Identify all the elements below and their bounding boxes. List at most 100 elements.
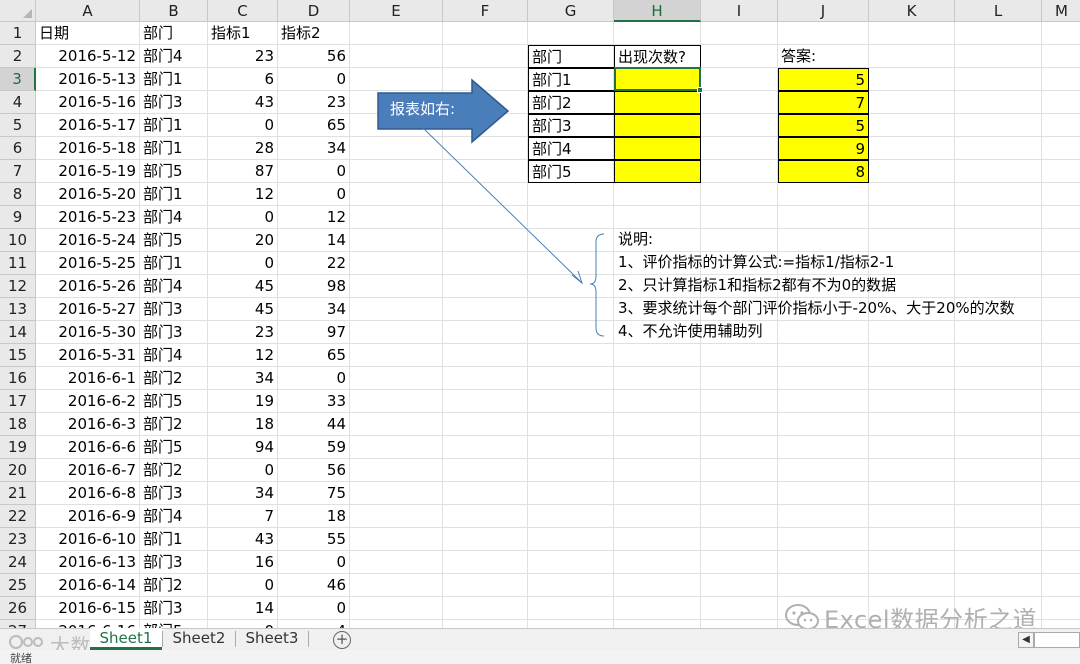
select-all-corner[interactable] — [0, 0, 36, 22]
row-header-16[interactable]: 16 — [0, 367, 36, 390]
header-cell[interactable]: 指标2 — [278, 22, 350, 45]
table-cell[interactable]: 65 — [278, 114, 349, 137]
table-cell[interactable]: 部门3 — [140, 482, 207, 505]
table-cell[interactable]: 部门5 — [140, 436, 207, 459]
row-header-1[interactable]: 1 — [0, 22, 36, 45]
column-header-c[interactable]: C — [208, 0, 278, 22]
answer-value-cell[interactable]: 5 — [778, 68, 869, 91]
report-count-input[interactable] — [614, 114, 701, 137]
column-header-e[interactable]: E — [350, 0, 443, 22]
table-cell[interactable]: 2016-5-18 — [36, 137, 139, 160]
table-cell[interactable]: 45 — [208, 298, 277, 321]
column-header-l[interactable]: L — [955, 0, 1042, 22]
table-cell[interactable]: 12 — [208, 183, 277, 206]
table-cell[interactable]: 34 — [208, 367, 277, 390]
header-cell[interactable]: 部门 — [140, 22, 208, 45]
column-header-m[interactable]: M — [1042, 0, 1080, 22]
table-cell[interactable]: 0 — [278, 160, 349, 183]
table-cell[interactable]: 59 — [278, 436, 349, 459]
table-cell[interactable]: 6 — [208, 68, 277, 91]
row-header-14[interactable]: 14 — [0, 321, 36, 344]
tab-sheet1[interactable]: Sheet1 — [90, 628, 162, 650]
table-cell[interactable]: 部门3 — [140, 551, 207, 574]
tab-sheet3[interactable]: Sheet3 — [237, 628, 307, 650]
column-header-b[interactable]: B — [140, 0, 208, 22]
report-header-dept[interactable]: 部门 — [528, 45, 615, 68]
row-header-12[interactable]: 12 — [0, 275, 36, 298]
row-header-21[interactable]: 21 — [0, 482, 36, 505]
table-cell[interactable]: 部门5 — [140, 390, 207, 413]
table-cell[interactable]: 23 — [208, 321, 277, 344]
table-cell[interactable]: 55 — [278, 528, 349, 551]
horizontal-scrollbar[interactable] — [1034, 632, 1080, 648]
table-cell[interactable]: 2016-5-30 — [36, 321, 139, 344]
table-cell[interactable]: 56 — [278, 459, 349, 482]
column-header-j[interactable]: J — [778, 0, 869, 22]
column-header-i[interactable]: I — [701, 0, 778, 22]
table-cell[interactable]: 0 — [278, 597, 349, 620]
row-header-24[interactable]: 24 — [0, 551, 36, 574]
table-cell[interactable]: 部门2 — [140, 367, 207, 390]
table-cell[interactable]: 19 — [208, 390, 277, 413]
table-cell[interactable]: 2016-5-31 — [36, 344, 139, 367]
table-cell[interactable]: 65 — [278, 344, 349, 367]
row-header-7[interactable]: 7 — [0, 160, 36, 183]
answer-value-cell[interactable]: 7 — [778, 91, 869, 114]
row-header-11[interactable]: 11 — [0, 252, 36, 275]
report-header-count[interactable]: 出现次数? — [614, 45, 701, 68]
table-cell[interactable]: 2016-5-12 — [36, 45, 139, 68]
table-cell[interactable]: 23 — [208, 45, 277, 68]
row-header-3[interactable]: 3 — [0, 68, 36, 91]
row-header-15[interactable]: 15 — [0, 344, 36, 367]
table-cell[interactable]: 46 — [278, 574, 349, 597]
table-cell[interactable]: 2016-6-14 — [36, 574, 139, 597]
table-cell[interactable]: 0 — [278, 367, 349, 390]
table-cell[interactable]: 12 — [278, 206, 349, 229]
table-cell[interactable]: 部门3 — [140, 91, 207, 114]
table-cell[interactable]: 部门1 — [140, 114, 207, 137]
table-cell[interactable]: 0 — [208, 574, 277, 597]
add-sheet-icon[interactable]: + — [333, 631, 351, 649]
table-cell[interactable]: 2016-5-17 — [36, 114, 139, 137]
active-cell-selection[interactable] — [614, 67, 701, 91]
report-dept-cell[interactable]: 部门2 — [528, 91, 615, 114]
table-cell[interactable]: 部门1 — [140, 137, 207, 160]
table-cell[interactable]: 0 — [278, 68, 349, 91]
table-cell[interactable]: 2016-5-20 — [36, 183, 139, 206]
table-cell[interactable]: 2016-5-23 — [36, 206, 139, 229]
table-cell[interactable]: 0 — [208, 252, 277, 275]
table-cell[interactable]: 2016-5-13 — [36, 68, 139, 91]
header-cell[interactable]: 日期 — [36, 22, 140, 45]
table-cell[interactable]: 12 — [208, 344, 277, 367]
column-header-k[interactable]: K — [869, 0, 955, 22]
table-cell[interactable]: 2016-6-2 — [36, 390, 139, 413]
row-header-5[interactable]: 5 — [0, 114, 36, 137]
report-count-input[interactable] — [614, 137, 701, 160]
table-cell[interactable]: 2016-5-25 — [36, 252, 139, 275]
table-cell[interactable]: 部门2 — [140, 574, 207, 597]
table-cell[interactable]: 20 — [208, 229, 277, 252]
table-cell[interactable]: 部门1 — [140, 68, 207, 91]
row-header-9[interactable]: 9 — [0, 206, 36, 229]
table-cell[interactable]: 2016-6-6 — [36, 436, 139, 459]
column-header-d[interactable]: D — [278, 0, 350, 22]
table-cell[interactable]: 0 — [278, 183, 349, 206]
table-cell[interactable]: 2016-6-13 — [36, 551, 139, 574]
table-cell[interactable]: 28 — [208, 137, 277, 160]
column-header-f[interactable]: F — [443, 0, 528, 22]
table-cell[interactable]: 2016-6-15 — [36, 597, 139, 620]
report-count-input[interactable] — [614, 91, 701, 114]
row-header-13[interactable]: 13 — [0, 298, 36, 321]
row-header-25[interactable]: 25 — [0, 574, 36, 597]
table-cell[interactable]: 34 — [278, 298, 349, 321]
answer-value-cell[interactable]: 8 — [778, 160, 869, 183]
table-cell[interactable]: 部门4 — [140, 505, 207, 528]
table-cell[interactable]: 97 — [278, 321, 349, 344]
table-cell[interactable]: 部门2 — [140, 459, 207, 482]
table-cell[interactable]: 75 — [278, 482, 349, 505]
row-header-6[interactable]: 6 — [0, 137, 36, 160]
table-cell[interactable]: 94 — [208, 436, 277, 459]
table-cell[interactable]: 14 — [278, 229, 349, 252]
answer-value-cell[interactable]: 5 — [778, 114, 869, 137]
table-cell[interactable]: 87 — [208, 160, 277, 183]
